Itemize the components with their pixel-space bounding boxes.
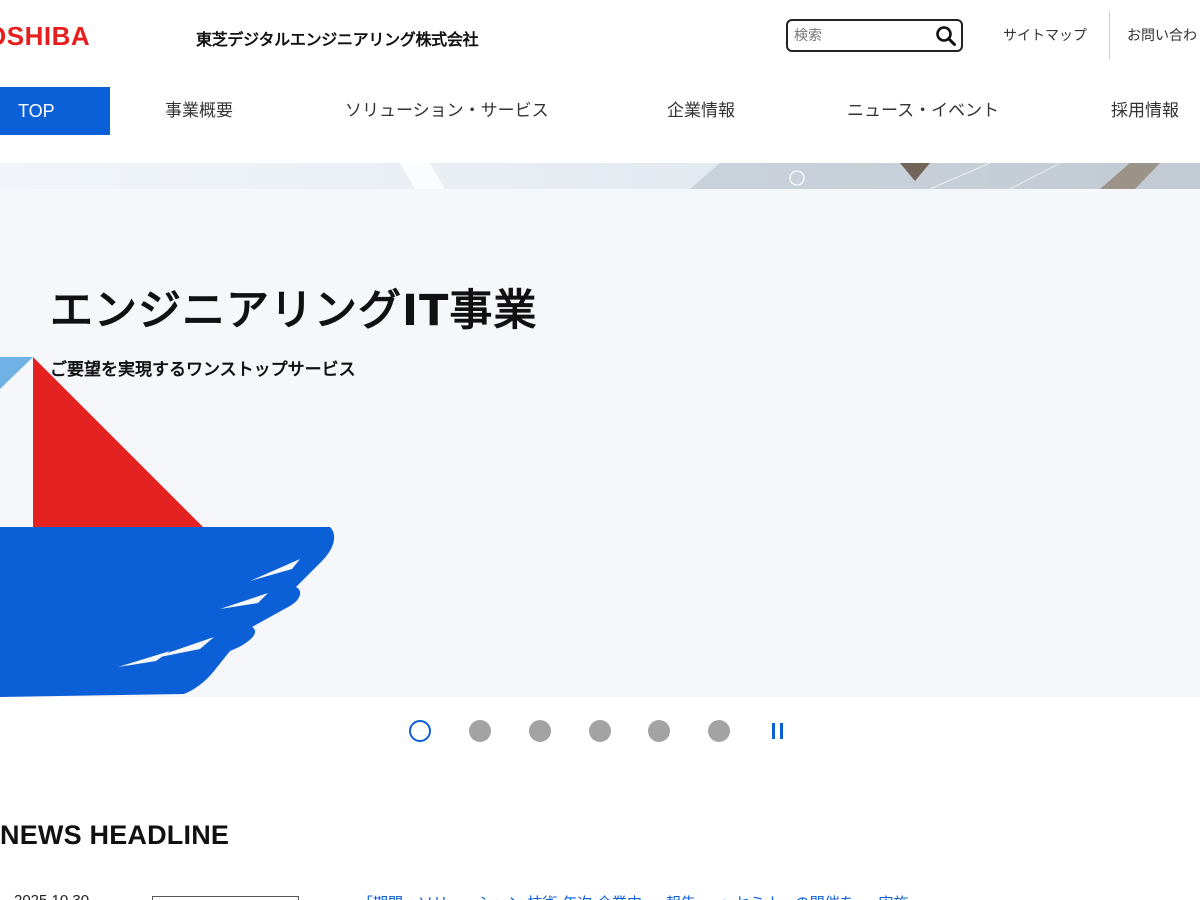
search-input[interactable]: [794, 26, 934, 46]
hero-top-image-strip: [0, 163, 1200, 189]
header-divider: [1109, 11, 1110, 59]
carousel-dot-5[interactable]: [648, 720, 670, 742]
hero-slide[interactable]: エンジニアリングIT事業 ご要望を実現するワンストップサービス: [0, 189, 1200, 697]
search-box: [786, 19, 963, 52]
contact-link[interactable]: お問い合わ: [1127, 25, 1197, 45]
nav-item-company[interactable]: 企業情報: [667, 87, 735, 135]
carousel-dot-3[interactable]: [529, 720, 551, 742]
toshiba-logo[interactable]: OSHIBA: [0, 21, 90, 52]
nav-item-news-events[interactable]: ニュース・イベント: [847, 87, 999, 135]
nav-item-recruit[interactable]: 採用情報: [1111, 87, 1179, 135]
carousel-dot-1[interactable]: [409, 720, 431, 742]
sitemap-link[interactable]: サイトマップ: [1003, 25, 1087, 45]
nav-item-top[interactable]: TOP: [0, 87, 110, 135]
boat-illustration: [0, 357, 335, 697]
hero-subtitle: ご要望を実現するワンストップサービス: [50, 360, 356, 380]
search-icon[interactable]: [935, 25, 957, 47]
carousel-dot-2[interactable]: [469, 720, 491, 742]
news-item[interactable]: 2025.10.30 「期間・ソリューション 技術 年次 企業内 ... 報告 …: [0, 892, 1200, 900]
news-link[interactable]: 「期間・ソリューション 技術 年次 企業内 ... 報告 ... 」セミナーの開…: [358, 892, 928, 900]
nav-item-solutions[interactable]: ソリューション・サービス: [345, 87, 549, 135]
company-name: 東芝デジタルエンジニアリング株式会社: [196, 30, 479, 49]
news-date: 2025.10.30: [14, 892, 89, 900]
news-headline-title: NEWS HEADLINE: [0, 820, 230, 850]
carousel-dot-4[interactable]: [589, 720, 611, 742]
hero-title: エンジニアリングIT事業: [50, 286, 538, 336]
news-category-badge: [152, 896, 299, 900]
carousel-controls: [400, 716, 800, 746]
carousel-dot-6[interactable]: [708, 720, 730, 742]
site-header: OSHIBA 東芝デジタルエンジニアリング株式会社 サイトマップ お問い合わ: [0, 0, 1200, 72]
global-nav: TOP 事業概要 ソリューション・サービス 企業情報 ニュース・イベント 採用情…: [0, 87, 1200, 135]
nav-item-business[interactable]: 事業概要: [165, 87, 233, 135]
pause-icon[interactable]: [772, 723, 786, 739]
